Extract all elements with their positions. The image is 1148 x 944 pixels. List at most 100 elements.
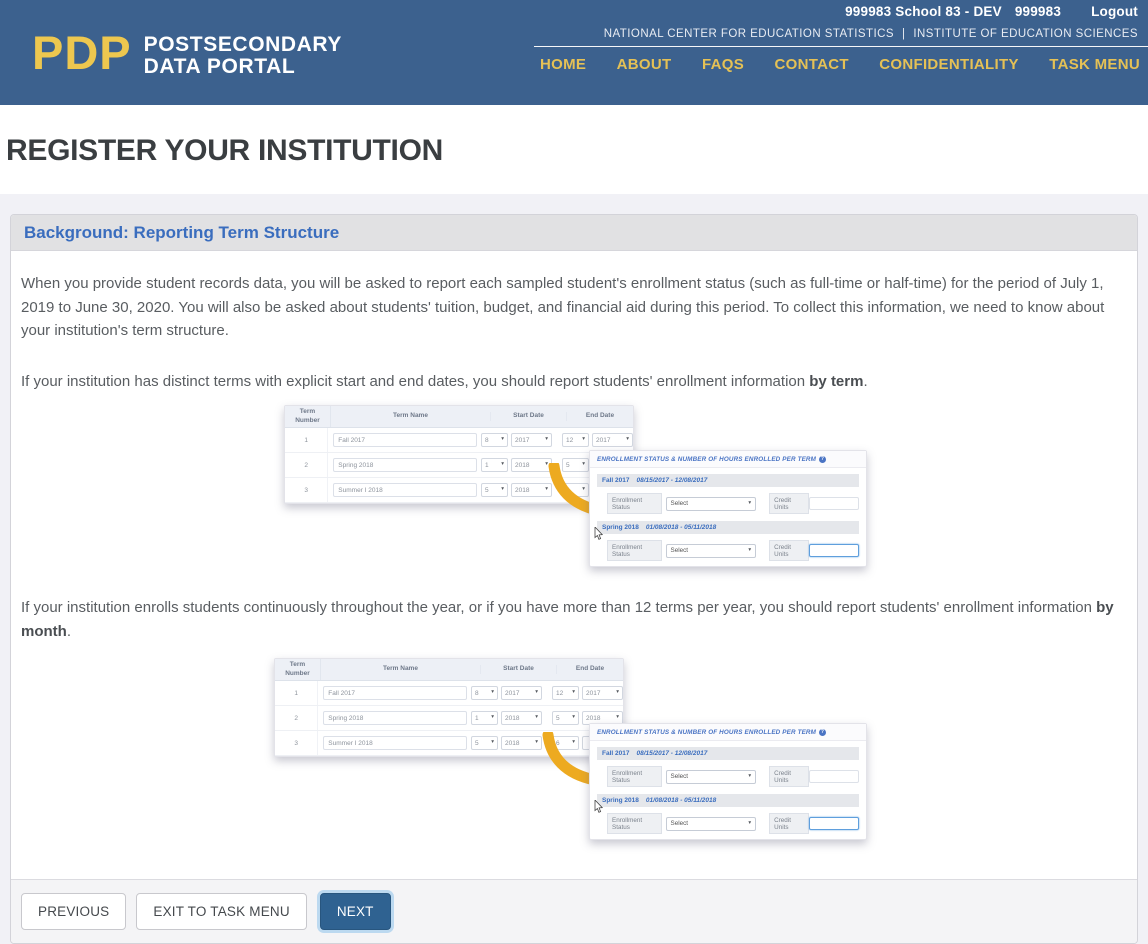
table-row: 1 Fall 2017 8▾ 2017▾ 12▾ 2017▾ (275, 681, 623, 706)
term-name-field: Spring 2018 (333, 458, 477, 472)
caret-icon: ▾ (748, 821, 751, 827)
background-panel: Background: Reporting Term Structure Whe… (10, 214, 1138, 944)
end-year-dropdown: 2017▾ (592, 433, 633, 447)
caret-icon: ▾ (748, 501, 751, 507)
enrollment-status-label: Enrollment Status (607, 813, 662, 834)
caret-icon: ▾ (748, 774, 751, 780)
logout-link[interactable]: Logout (1091, 4, 1138, 19)
term-table-header: Term Number Term Name Start Date End Dat… (275, 659, 623, 681)
credit-units-field (809, 770, 859, 783)
credit-units-field-focused (809, 544, 859, 557)
main-nav: HOME ABOUT FAQS CONTACT CONFIDENTIALITY … (534, 47, 1148, 73)
term-section-header: Spring 201801/08/2018 - 05/11/2018 (597, 794, 859, 807)
start-year-dropdown: 2018▾ (501, 711, 542, 725)
enrollment-status-label: Enrollment Status (607, 493, 662, 514)
help-icon: ? (819, 456, 826, 463)
col-term-number: Term Number (285, 406, 331, 427)
start-month-dropdown: 8▾ (481, 433, 508, 447)
caret-icon: ▾ (572, 690, 575, 696)
previous-button[interactable]: PREVIOUS (21, 893, 126, 930)
credit-units-label: Credit Units (769, 540, 808, 561)
nav-task-menu[interactable]: TASK MENU (1049, 56, 1140, 73)
enrollment-status-dropdown: Select▾ (666, 770, 757, 784)
enrollment-row: Enrollment Status Select▾ Credit Units (607, 766, 859, 787)
col-term-number: Term Number (275, 659, 321, 680)
enrollment-panel-screenshot: ENROLLMENT STATUS & NUMBER OF HOURS ENRO… (589, 723, 867, 840)
title-band: REGISTER YOUR INSTITUTION (0, 105, 1148, 194)
table-row: 1 Fall 2017 8▾ 2017▾ 12▾ 2017▾ (285, 428, 633, 453)
caret-icon: ▾ (616, 715, 619, 721)
caret-icon: ▾ (501, 462, 504, 468)
table-row: 2 Spring 2018 1▾ 2018▾ 5▾ 2018▾ (275, 706, 623, 731)
credit-units-field-focused (809, 817, 859, 830)
caret-icon: ▾ (535, 715, 538, 721)
agency-separator: | (902, 28, 905, 40)
mouse-cursor-icon (594, 800, 603, 813)
by-month-illustration: Term Number Term Name Start Date End Dat… (21, 658, 1129, 844)
start-year-dropdown: 2017▾ (501, 686, 542, 700)
caret-icon: ▾ (616, 690, 619, 696)
enrollment-status-label: Enrollment Status (607, 766, 662, 787)
col-end-date: End Date (567, 412, 633, 420)
ies-link[interactable]: INSTITUTE OF EDUCATION SCIENCES (913, 28, 1138, 40)
start-year-dropdown: 2018▾ (501, 736, 542, 750)
col-term-name: Term Name (321, 665, 481, 673)
col-start-date: Start Date (491, 412, 567, 420)
start-month-dropdown: 5▾ (481, 483, 508, 497)
pdp-logo[interactable]: PDP POSTSECONDARY DATA PORTAL (32, 31, 342, 78)
pdp-logo-text: POSTSECONDARY DATA PORTAL (144, 31, 342, 78)
caret-icon: ▾ (748, 548, 751, 554)
caret-icon: ▾ (501, 487, 504, 493)
enrollment-status-dropdown: Select▾ (666, 544, 757, 558)
credit-units-label: Credit Units (769, 493, 808, 514)
end-month-dropdown: 12▾ (552, 686, 579, 700)
caret-icon: ▾ (501, 437, 504, 443)
end-month-dropdown: 5▾ (552, 711, 579, 725)
credit-units-field (809, 497, 859, 510)
term-section-header: Fall 201708/15/2017 - 12/08/2017 (597, 474, 859, 487)
account-bar: 999983 School 83 - DEV 999983 Logout (534, 0, 1148, 19)
enrollment-status-dropdown: Select▾ (666, 817, 757, 831)
nav-about[interactable]: ABOUT (617, 56, 672, 73)
enrollment-status-label: Enrollment Status (607, 540, 662, 561)
school-name: 999983 School 83 - DEV (845, 4, 1002, 19)
enrollment-panel-title: ENROLLMENT STATUS & NUMBER OF HOURS ENRO… (590, 724, 866, 741)
caret-icon: ▾ (626, 437, 629, 443)
start-year-dropdown: 2017▾ (511, 433, 552, 447)
term-table-header: Term Number Term Name Start Date End Dat… (285, 406, 633, 428)
panel-title: Background: Reporting Term Structure (11, 215, 1137, 251)
enrollment-row: Enrollment Status Select▾ Credit Units (607, 540, 859, 561)
nav-home[interactable]: HOME (540, 56, 586, 73)
wizard-footer: PREVIOUS EXIT TO TASK MENU NEXT (11, 879, 1137, 943)
nces-link[interactable]: NATIONAL CENTER FOR EDUCATION STATISTICS (604, 28, 894, 40)
term-name-field: Spring 2018 (323, 711, 467, 725)
col-end-date: End Date (557, 665, 623, 673)
start-month-dropdown: 1▾ (481, 458, 508, 472)
col-start-date: Start Date (481, 665, 557, 673)
enrollment-row: Enrollment Status Select▾ Credit Units (607, 493, 859, 514)
page-content: Background: Reporting Term Structure Whe… (0, 214, 1148, 944)
term-name-field: Fall 2017 (333, 433, 477, 447)
school-id: 999983 (1015, 4, 1061, 19)
site-header: PDP POSTSECONDARY DATA PORTAL 999983 Sch… (0, 0, 1148, 105)
caret-icon: ▾ (572, 715, 575, 721)
caret-icon: ▾ (545, 437, 548, 443)
intro-paragraph: When you provide student records data, y… (21, 272, 1129, 343)
credit-units-label: Credit Units (769, 813, 808, 834)
nav-contact[interactable]: CONTACT (774, 56, 848, 73)
exit-to-task-menu-button[interactable]: EXIT TO TASK MENU (136, 893, 306, 930)
by-term-paragraph: If your institution has distinct terms w… (21, 370, 1129, 394)
nav-faqs[interactable]: FAQS (702, 56, 744, 73)
caret-icon: ▾ (491, 690, 494, 696)
term-section-header: Spring 201801/08/2018 - 05/11/2018 (597, 521, 859, 534)
caret-icon: ▾ (535, 690, 538, 696)
term-name-field: Fall 2017 (323, 686, 467, 700)
panel-body: When you provide student records data, y… (11, 272, 1137, 879)
mouse-cursor-icon (594, 527, 603, 540)
start-month-dropdown: 5▾ (471, 736, 498, 750)
enrollment-panel-title: ENROLLMENT STATUS & NUMBER OF HOURS ENRO… (590, 451, 866, 468)
header-right: 999983 School 83 - DEV 999983 Logout NAT… (534, 0, 1148, 73)
nav-confidentiality[interactable]: CONFIDENTIALITY (879, 56, 1019, 73)
next-button[interactable]: NEXT (320, 893, 391, 930)
pdp-logo-acronym: PDP (32, 31, 132, 74)
